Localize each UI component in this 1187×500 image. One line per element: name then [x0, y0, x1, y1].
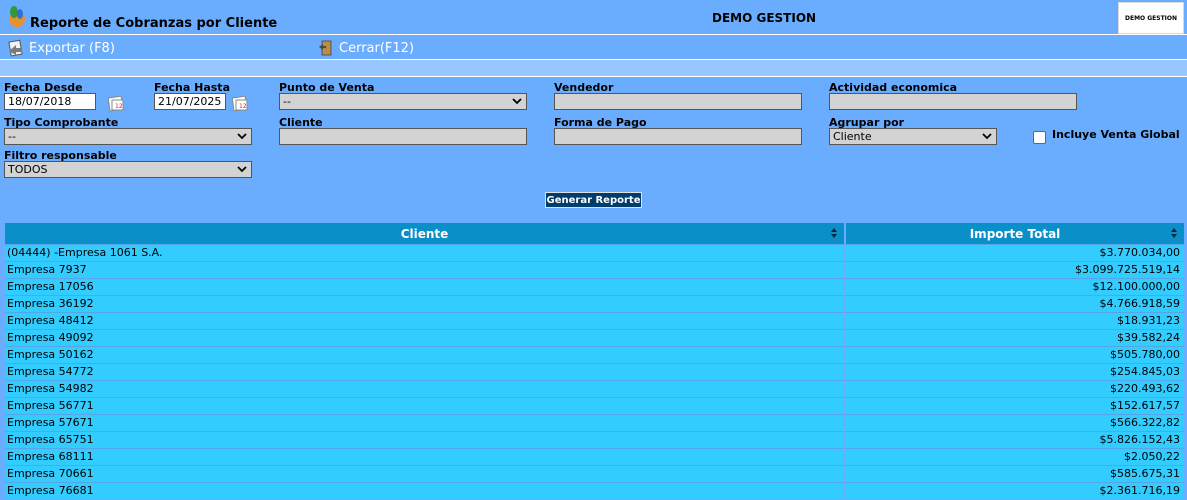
export-icon — [8, 39, 23, 57]
cell-cliente: Empresa 17056 — [5, 278, 844, 295]
table-row[interactable]: Empresa 70661 $585.675,31 — [5, 465, 1184, 482]
tipo-comprobante-value: -- — [8, 130, 16, 143]
cell-importe: $254.845,03 — [846, 363, 1184, 380]
title-bar: Reporte de Cobranzas por Cliente DEMO GE… — [0, 0, 1187, 35]
punto-venta-value: -- — [283, 95, 291, 108]
cell-cliente: Empresa 70661 — [5, 465, 844, 482]
table-body: (04444) -Empresa 1061 S.A. $3.770.034,00 … — [5, 244, 1184, 499]
column-header-cliente[interactable]: Cliente — [5, 223, 844, 244]
cell-cliente: Empresa 56771 — [5, 397, 844, 414]
cell-cliente: Empresa 68111 — [5, 448, 844, 465]
export-label: Exportar (F8) — [29, 40, 115, 56]
table-row[interactable]: Empresa 76681 $2.361.716,19 — [5, 482, 1184, 499]
cell-importe: $39.582,24 — [846, 329, 1184, 346]
cell-importe: $2.050,22 — [846, 448, 1184, 465]
chevron-down-icon — [982, 133, 992, 140]
close-button[interactable]: Cerrar(F12) — [317, 39, 414, 57]
filtro-responsable-select[interactable]: TODOS — [4, 161, 252, 178]
cell-importe: $152.617,57 — [846, 397, 1184, 414]
tipo-comprobante-select[interactable]: -- — [4, 128, 252, 145]
fecha-desde-input[interactable] — [4, 93, 96, 110]
column-header-label: Cliente — [400, 226, 449, 241]
company-logo: DEMO GESTION — [1118, 2, 1184, 34]
actividad-input[interactable] — [829, 93, 1077, 110]
table-row[interactable]: Empresa 68111 $2.050,22 — [5, 448, 1184, 465]
vendedor-input[interactable] — [554, 93, 802, 110]
venta-global-label: Incluye Venta Global — [1052, 128, 1180, 141]
report-table: Cliente Importe Total (04444) -Empresa 1… — [5, 223, 1184, 499]
table-row[interactable]: Empresa 50162 $505.780,00 — [5, 346, 1184, 363]
venta-global-checkbox[interactable] — [1033, 131, 1046, 144]
svg-text:12: 12 — [115, 103, 123, 110]
svg-text:12: 12 — [239, 103, 247, 110]
cell-importe: $3.770.034,00 — [846, 244, 1184, 261]
table-row[interactable]: Empresa 36192 $4.766.918,59 — [5, 295, 1184, 312]
cell-cliente: Empresa 50162 — [5, 346, 844, 363]
cell-importe: $566.322,82 — [846, 414, 1184, 431]
cell-cliente: Empresa 49092 — [5, 329, 844, 346]
agrupar-value: Cliente — [833, 130, 872, 143]
page-title: Reporte de Cobranzas por Cliente — [30, 16, 278, 31]
table-row[interactable]: Empresa 17056 $12.100.000,00 — [5, 278, 1184, 295]
cell-importe: $4.766.918,59 — [846, 295, 1184, 312]
table-row[interactable]: Empresa 65751 $5.826.152,43 — [5, 431, 1184, 448]
forma-pago-input[interactable] — [554, 128, 802, 145]
cell-importe: $12.100.000,00 — [846, 278, 1184, 295]
separator-band — [0, 59, 1187, 77]
cell-cliente: Empresa 54772 — [5, 363, 844, 380]
table-row[interactable]: (04444) -Empresa 1061 S.A. $3.770.034,00 — [5, 244, 1184, 261]
cell-cliente: Empresa 48412 — [5, 312, 844, 329]
table-row[interactable]: Empresa 57671 $566.322,82 — [5, 414, 1184, 431]
company-name: DEMO GESTION — [712, 11, 817, 25]
export-button[interactable]: Exportar (F8) — [7, 39, 115, 57]
table-row[interactable]: Empresa 7937 $3.099.725.519,14 — [5, 261, 1184, 278]
chevron-down-icon — [237, 133, 247, 140]
table-row[interactable]: Empresa 49092 $39.582,24 — [5, 329, 1184, 346]
table-row[interactable]: Empresa 48412 $18.931,23 — [5, 312, 1184, 329]
cell-cliente: Empresa 36192 — [5, 295, 844, 312]
cell-importe: $2.361.716,19 — [846, 482, 1184, 499]
fecha-hasta-input[interactable] — [154, 93, 226, 110]
cell-cliente: (04444) -Empresa 1061 S.A. — [5, 244, 844, 261]
cell-cliente: Empresa 57671 — [5, 414, 844, 431]
cell-importe: $18.931,23 — [846, 312, 1184, 329]
table-row[interactable]: Empresa 54772 $254.845,03 — [5, 363, 1184, 380]
cell-cliente: Empresa 65751 — [5, 431, 844, 448]
sort-icon — [1171, 228, 1177, 238]
table-row[interactable]: Empresa 54982 $220.493,62 — [5, 380, 1184, 397]
agrupar-select[interactable]: Cliente — [829, 128, 997, 145]
cell-importe: $585.675,31 — [846, 465, 1184, 482]
generate-report-button[interactable]: Generar Reporte — [545, 192, 642, 208]
cell-importe: $220.493,62 — [846, 380, 1184, 397]
cliente-input[interactable] — [279, 128, 527, 145]
table-row[interactable]: Empresa 56771 $152.617,57 — [5, 397, 1184, 414]
cell-importe: $3.099.725.519,14 — [846, 261, 1184, 278]
filtro-responsable-value: TODOS — [8, 163, 48, 176]
toolbar: Exportar (F8) Cerrar(F12) — [0, 35, 1187, 59]
close-door-icon — [319, 40, 332, 56]
calendar-icon[interactable]: 12 — [107, 94, 125, 112]
cell-cliente: Empresa 76681 — [5, 482, 844, 499]
table-header: Cliente Importe Total — [5, 223, 1184, 244]
column-header-importe[interactable]: Importe Total — [846, 223, 1184, 244]
calendar-icon[interactable]: 12 — [231, 94, 249, 112]
punto-venta-select[interactable]: -- — [279, 93, 527, 110]
cell-importe: $5.826.152,43 — [846, 431, 1184, 448]
chevron-down-icon — [237, 166, 247, 173]
cell-importe: $505.780,00 — [846, 346, 1184, 363]
sort-icon — [831, 228, 837, 238]
app-logo-icon — [9, 6, 25, 27]
column-header-label: Importe Total — [969, 226, 1061, 241]
chevron-down-icon — [512, 98, 522, 105]
close-label: Cerrar(F12) — [339, 40, 415, 56]
cell-cliente: Empresa 54982 — [5, 380, 844, 397]
cell-cliente: Empresa 7937 — [5, 261, 844, 278]
